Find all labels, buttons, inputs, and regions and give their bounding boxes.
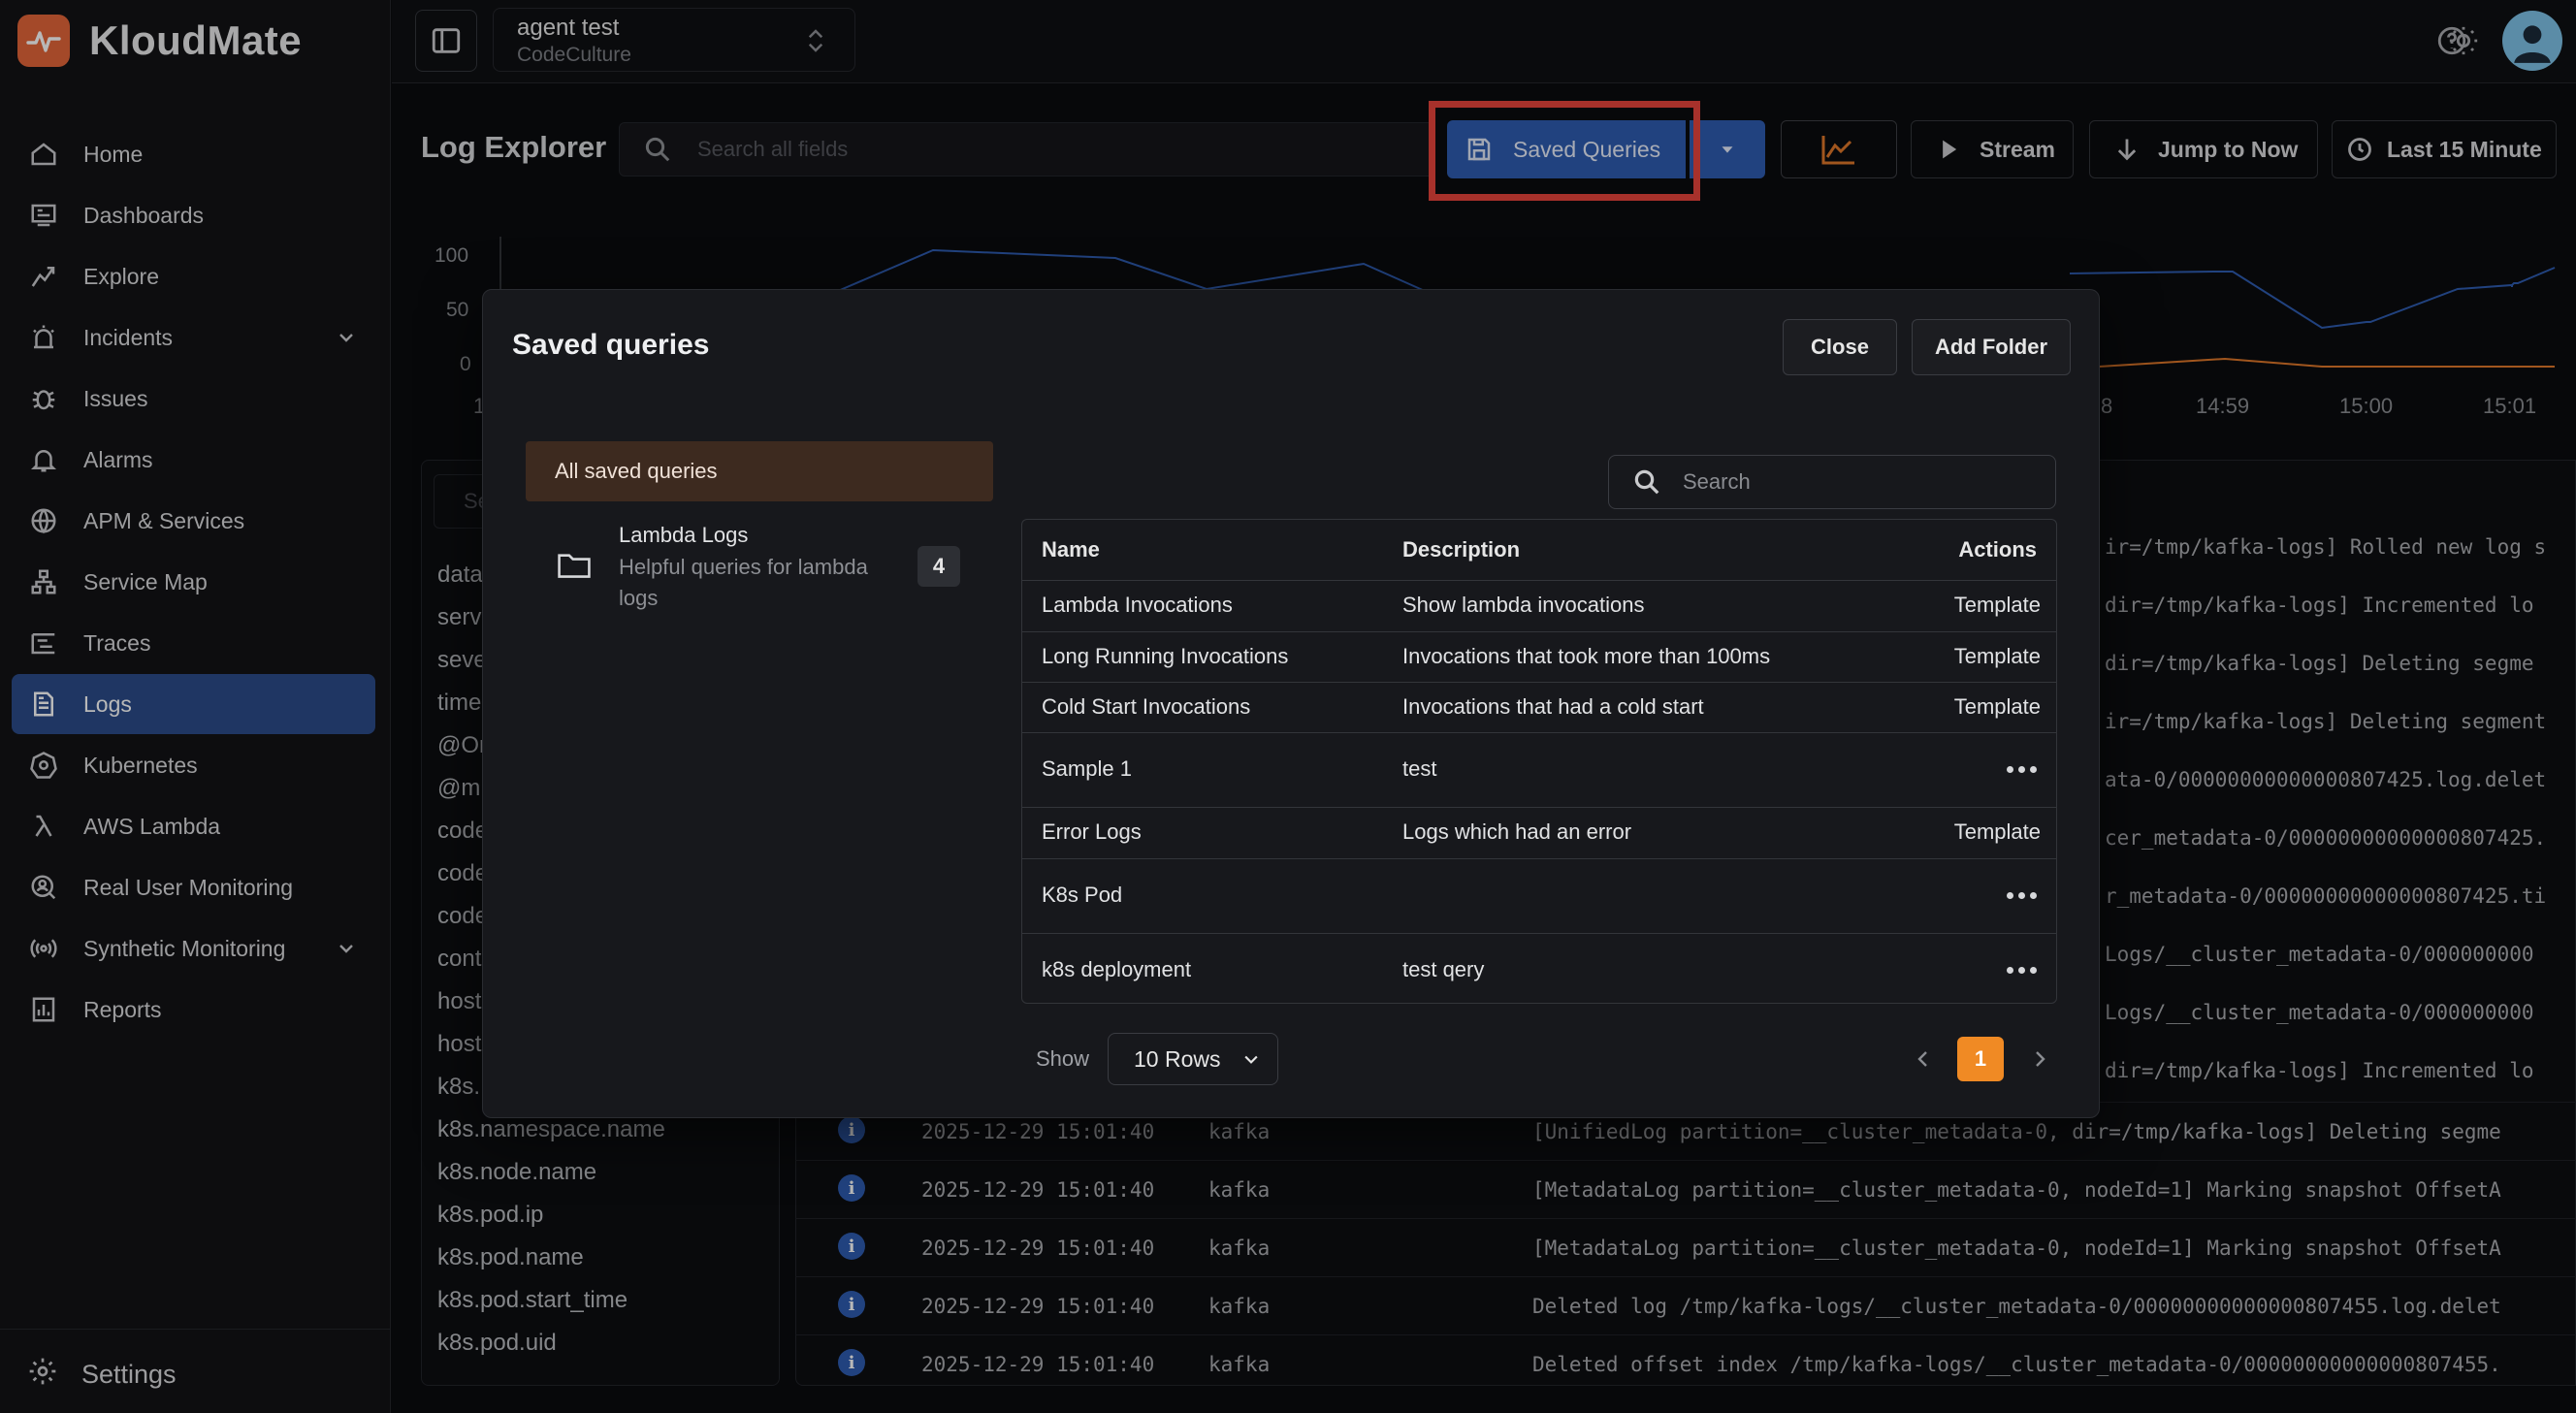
all-saved-queries-item[interactable]: All saved queries — [526, 441, 993, 501]
table-row[interactable]: Cold Start Invocations Invocations that … — [1022, 682, 2056, 732]
table-row[interactable]: Sample 1 test — [1022, 732, 2056, 807]
table-row[interactable]: k8s deployment test qery — [1022, 933, 2056, 1003]
query-name: Lambda Invocations — [1042, 593, 1233, 617]
table-row[interactable]: Long Running Invocations Invocations tha… — [1022, 631, 2056, 682]
table-row[interactable]: Error Logs Logs which had an error Templ… — [1022, 807, 2056, 858]
template-action[interactable]: Template — [1954, 644, 2041, 669]
folder-item-lambda-logs[interactable]: Lambda Logs Helpful queries for lambda l… — [557, 523, 983, 629]
rows-per-page-select[interactable]: 10 Rows — [1108, 1033, 1278, 1085]
query-name: Error Logs — [1042, 819, 1142, 844]
folder-count-badge: 4 — [918, 546, 960, 587]
column-header-name: Name — [1042, 537, 1100, 562]
more-options-icon[interactable] — [2007, 892, 2037, 899]
modal-title: Saved queries — [512, 329, 710, 361]
query-description: Show lambda invocations — [1402, 593, 1645, 617]
show-label: Show — [1036, 1046, 1090, 1071]
template-action[interactable]: Template — [1954, 593, 2041, 618]
more-options-icon[interactable] — [2007, 967, 2037, 974]
table-row[interactable]: Lambda Invocations Show lambda invocatio… — [1022, 580, 2056, 631]
query-search[interactable] — [1608, 455, 2056, 509]
query-name: k8s deployment — [1042, 957, 1192, 981]
search-icon — [1634, 469, 1659, 495]
folder-description: Helpful queries for lambda logs — [619, 555, 868, 610]
query-description: Invocations that took more than 100ms — [1402, 644, 1771, 668]
rows-per-page-value: 10 Rows — [1134, 1045, 1221, 1072]
saved-queries-table: Name Description Actions Lambda Invocati… — [1021, 519, 2057, 1004]
column-header-description: Description — [1402, 537, 1521, 562]
chevron-down-icon — [1244, 1055, 1259, 1064]
query-name: Sample 1 — [1042, 756, 1132, 781]
query-description: test — [1402, 756, 1437, 781]
chevron-left-icon — [1917, 1051, 1927, 1067]
query-name: Long Running Invocations — [1042, 644, 1289, 668]
prev-page-button[interactable] — [1909, 1043, 1938, 1076]
saved-queries-modal: Saved queries Close Add Folder All saved… — [482, 289, 2100, 1118]
add-folder-button[interactable]: Add Folder — [1912, 319, 2071, 375]
folder-name: Lambda Logs — [619, 523, 749, 547]
query-name: K8s Pod — [1042, 883, 1123, 907]
more-options-icon[interactable] — [2007, 766, 2037, 773]
table-row[interactable]: K8s Pod — [1022, 858, 2056, 933]
query-description: Logs which had an error — [1402, 819, 1632, 844]
query-description: Invocations that had a cold start — [1402, 694, 1704, 719]
template-action[interactable]: Template — [1954, 694, 2041, 720]
page-button-current[interactable]: 1 — [1957, 1037, 2004, 1081]
query-name: Cold Start Invocations — [1042, 694, 1251, 719]
next-page-button[interactable] — [2025, 1043, 2054, 1076]
folder-icon — [557, 550, 592, 586]
column-header-actions: Actions — [1958, 537, 2037, 562]
query-search-input[interactable] — [1683, 469, 2032, 495]
chevron-right-icon — [2036, 1051, 2045, 1067]
query-description: test qery — [1402, 957, 1485, 981]
close-button[interactable]: Close — [1783, 319, 1897, 375]
template-action[interactable]: Template — [1954, 819, 2041, 845]
